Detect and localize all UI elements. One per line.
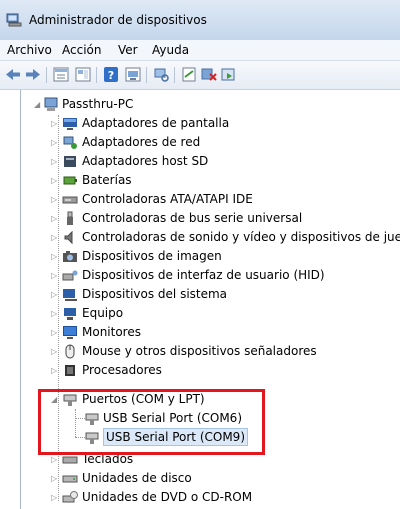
tree-item-dispositivos-imagen[interactable]: ▷ Dispositivos de imagen <box>21 247 400 266</box>
expand-arrow-icon[interactable]: ▷ <box>51 285 60 304</box>
tree-item-unidades-disco[interactable]: ▷ Unidades de disco <box>21 469 400 488</box>
network-adapter-icon <box>63 136 77 149</box>
tree-item-label: Equipo <box>82 306 124 320</box>
tree-item-label: Procesadores <box>82 363 162 377</box>
tree-item-dispositivos-hid[interactable]: ▷ Dispositivos de interfaz de usuario (H… <box>21 266 400 285</box>
uninstall-icon[interactable] <box>200 66 218 83</box>
toolbar-separator <box>96 67 97 83</box>
forward-icon[interactable] <box>24 66 42 83</box>
menu-archivo[interactable]: Archivo <box>7 43 52 57</box>
tree-item-controladoras-sonido[interactable]: ▷ Controladoras de sonido y vídeo y disp… <box>21 228 400 247</box>
tree-item-adaptadores-pantalla[interactable]: ▷ Adaptadores de pantalla <box>21 114 400 133</box>
tree-item-label: Dispositivos de imagen <box>82 249 222 263</box>
svg-text:?: ? <box>108 69 114 82</box>
disk-drive-icon <box>62 475 78 483</box>
sd-host-icon <box>64 156 76 167</box>
tree-item-equipo[interactable]: ▷ Equipo <box>21 304 400 323</box>
toolbar-separator <box>146 67 147 83</box>
expand-arrow-icon[interactable]: ▷ <box>51 488 60 507</box>
highlight-box <box>38 389 265 455</box>
expand-arrow-icon[interactable]: ▷ <box>51 361 60 380</box>
expand-arrow-icon[interactable]: ▷ <box>51 152 60 171</box>
expand-arrow-icon[interactable]: ▷ <box>51 209 60 228</box>
tree-item-mouse[interactable]: ▷ Mouse y otros dispositivos señaladores <box>21 342 400 361</box>
title-bar: Administrador de dispositivos <box>0 0 400 41</box>
toolbar-separator <box>174 67 175 83</box>
properties-icon[interactable] <box>52 66 70 83</box>
tree-item-label: Unidades de DVD o CD-ROM <box>82 490 253 504</box>
expand-arrow-icon[interactable]: ▷ <box>51 304 60 323</box>
tree-item-label: Controladoras ATA/ATAPI IDE <box>82 192 253 206</box>
tree-item-label: Unidades de disco <box>82 471 192 485</box>
view-icon[interactable] <box>74 66 92 83</box>
tree-item-dispositivos-sistema[interactable]: ▷ Dispositivos del sistema <box>21 285 400 304</box>
tree-item-controladoras-usb[interactable]: ▷ Controladoras de bus serie universal <box>21 209 400 228</box>
toolbar-separator <box>46 67 47 83</box>
menu-ayuda[interactable]: Ayuda <box>152 43 189 57</box>
expand-arrow-icon[interactable]: ▷ <box>51 190 60 209</box>
expand-arrow-icon[interactable]: ▷ <box>51 228 60 247</box>
update-driver-icon[interactable] <box>124 66 142 83</box>
mouse-icon <box>65 344 75 359</box>
tree-item-label: Adaptadores de pantalla <box>82 116 230 130</box>
expand-arrow-icon[interactable]: ▷ <box>51 323 60 342</box>
ide-controller-icon <box>62 196 78 204</box>
expand-arrow-icon[interactable]: ▷ <box>51 469 60 488</box>
expand-arrow-icon[interactable]: ▷ <box>51 247 60 266</box>
menu-ver[interactable]: Ver <box>118 43 138 57</box>
scan-hardware-icon[interactable] <box>152 66 170 83</box>
processor-icon <box>65 365 75 376</box>
tree-item-label: Adaptadores host SD <box>82 154 209 168</box>
tree-root-passthru-pc[interactable]: ◢ Passthru-PC <box>21 95 400 114</box>
computer-icon <box>44 97 58 111</box>
enable-icon[interactable] <box>220 66 238 83</box>
tree-item-label: Monitores <box>82 325 141 339</box>
back-icon[interactable] <box>4 66 22 83</box>
tree-item-label: Adaptadores de red <box>82 135 201 149</box>
monitor-icon <box>63 326 77 339</box>
expand-arrow-icon[interactable]: ▷ <box>51 342 60 361</box>
tree-root-label: Passthru-PC <box>62 97 134 111</box>
tree-item-label: Baterías <box>82 173 132 187</box>
expand-arrow-icon[interactable]: ▷ <box>51 114 60 133</box>
tree-item-label: Mouse y otros dispositivos señaladores <box>82 344 317 358</box>
tree-item-controladoras-ata[interactable]: ▷ Controladoras ATA/ATAPI IDE <box>21 190 400 209</box>
help-icon[interactable]: ? <box>102 66 120 83</box>
dvd-drive-icon <box>62 491 78 503</box>
usb-controller-icon <box>67 211 73 225</box>
tree-item-unidades-dvd[interactable]: ▷ Unidades de DVD o CD-ROM <box>21 488 400 507</box>
tree-item-baterias[interactable]: ▷ Baterías <box>21 171 400 190</box>
display-adapter-icon <box>63 118 77 130</box>
tree-item-procesadores[interactable]: ▷ Procesadores <box>21 361 400 380</box>
tree-item-label: Dispositivos del sistema <box>82 287 228 301</box>
tree-item-adaptadores-red[interactable]: ▷ Adaptadores de red <box>21 133 400 152</box>
disable-icon[interactable] <box>180 66 198 83</box>
expand-arrow-icon[interactable]: ▷ <box>51 133 60 152</box>
window-title: Administrador de dispositivos <box>29 13 207 27</box>
tree-item-label: Controladoras de bus serie universal <box>82 211 303 225</box>
tree-item-adaptadores-host-sd[interactable]: ▷ Adaptadores host SD <box>21 152 400 171</box>
battery-icon <box>63 176 77 185</box>
tree-item-label: Dispositivos de interfaz de usuario (HID… <box>82 268 325 282</box>
speaker-icon <box>64 230 73 245</box>
toolbar: ? <box>0 61 400 90</box>
tree-item-monitores[interactable]: ▷ Monitores <box>21 323 400 342</box>
device-manager-icon <box>6 13 22 27</box>
camera-icon <box>63 251 77 262</box>
hid-icon <box>62 270 78 281</box>
system-device-icon <box>63 289 77 301</box>
expand-arrow-icon[interactable]: ▷ <box>51 266 60 285</box>
computer-icon <box>64 308 76 320</box>
collapse-arrow-icon[interactable]: ◢ <box>34 95 43 114</box>
menu-accion[interactable]: Acción <box>62 43 101 57</box>
menu-bar: Archivo Acción Ver Ayuda <box>0 40 400 61</box>
tree-item-label: Controladoras de sonido y vídeo y dispos… <box>82 230 400 244</box>
expand-arrow-icon[interactable]: ▷ <box>51 171 60 190</box>
